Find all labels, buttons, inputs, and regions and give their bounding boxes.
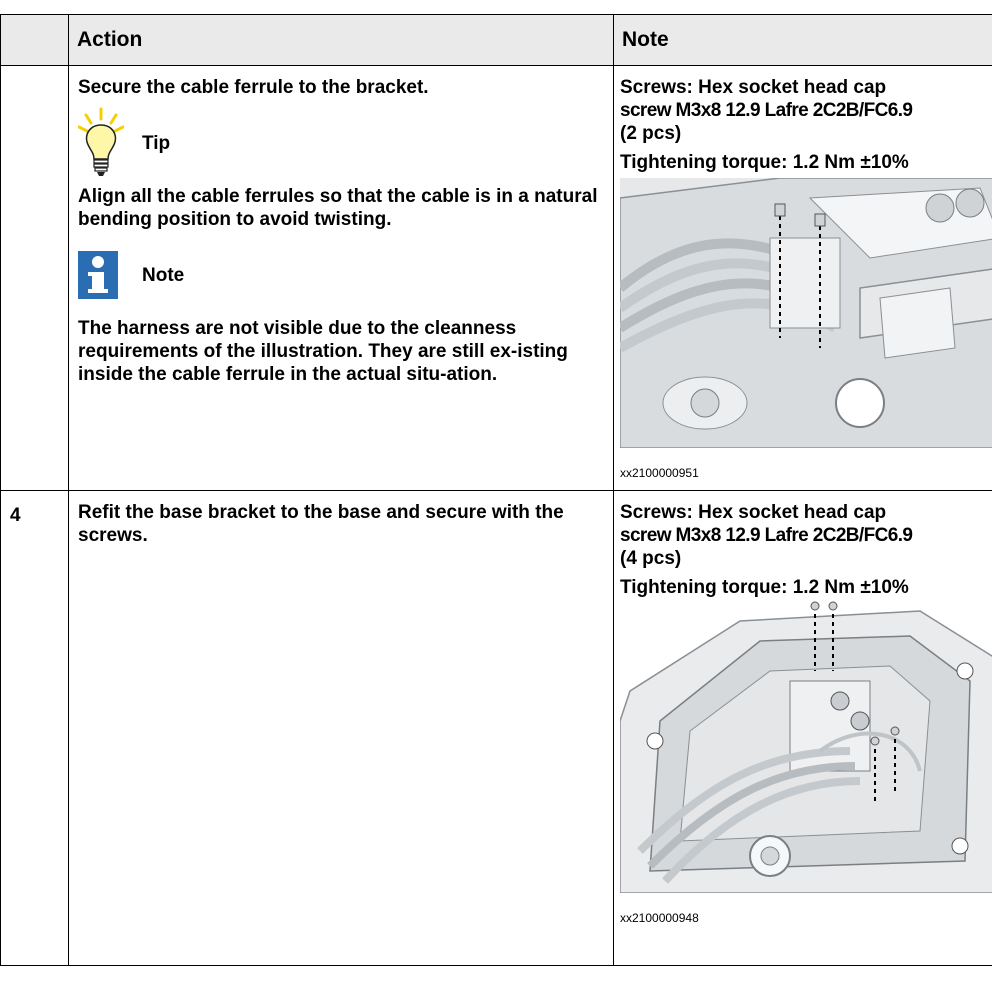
note-cell: Screws: Hex socket head cap screw M3x8 1… bbox=[613, 65, 992, 491]
note-text: The harness are not visible due to the c… bbox=[78, 318, 568, 385]
lightbulb-icon bbox=[78, 107, 124, 179]
action-cell: Refit the base bracket to the base and s… bbox=[68, 490, 614, 966]
header-note: Note bbox=[613, 14, 992, 66]
illustration-cable-ferrule bbox=[620, 178, 992, 448]
screws-line-2: screw M3x8 12.9 Lafre 2C2B/FC6.9 bbox=[620, 100, 913, 121]
tip-label: Tip bbox=[142, 132, 171, 154]
note-callout: Note bbox=[78, 239, 605, 311]
info-icon bbox=[78, 239, 124, 311]
step-number bbox=[0, 65, 69, 491]
note-label: Note bbox=[142, 264, 185, 286]
screws-line-1: Screws: Hex socket head cap bbox=[620, 502, 887, 523]
tip-callout: Tip bbox=[78, 107, 605, 179]
torque-text: Tightening torque: 1.2 Nm ±10% bbox=[620, 152, 909, 173]
tip-text: Align all the cable ferrules so that the… bbox=[78, 186, 598, 230]
step-number: 4 bbox=[0, 490, 69, 966]
header-step bbox=[0, 14, 69, 66]
note-cell: Screws: Hex socket head cap screw M3x8 1… bbox=[613, 490, 992, 966]
table-row: 4 Refit the base bracket to the base and… bbox=[0, 490, 992, 966]
procedure-table: Action Note Secure the cable ferrule to … bbox=[0, 14, 992, 966]
screws-line-3: (4 pcs) bbox=[620, 548, 682, 569]
figure-id: xx2100000951 bbox=[620, 466, 699, 480]
illustration-base-bracket bbox=[620, 601, 992, 893]
header-action: Action bbox=[68, 14, 614, 66]
table-row: Secure the cable ferrule to the bracket. bbox=[0, 65, 992, 491]
table-header-row: Action Note bbox=[0, 14, 992, 66]
torque-text: Tightening torque: 1.2 Nm ±10% bbox=[620, 577, 909, 598]
action-text: Refit the base bracket to the base and s… bbox=[78, 502, 564, 546]
screws-line-2: screw M3x8 12.9 Lafre 2C2B/FC6.9 bbox=[620, 525, 913, 546]
action-text: Secure the cable ferrule to the bracket. bbox=[78, 77, 429, 98]
screws-line-3: (2 pcs) bbox=[620, 123, 682, 144]
action-cell: Secure the cable ferrule to the bracket. bbox=[68, 65, 614, 491]
procedure-page: Action Note Secure the cable ferrule to … bbox=[0, 0, 992, 987]
screws-line-1: Screws: Hex socket head cap bbox=[620, 77, 887, 98]
figure-id: xx2100000948 bbox=[620, 911, 699, 925]
